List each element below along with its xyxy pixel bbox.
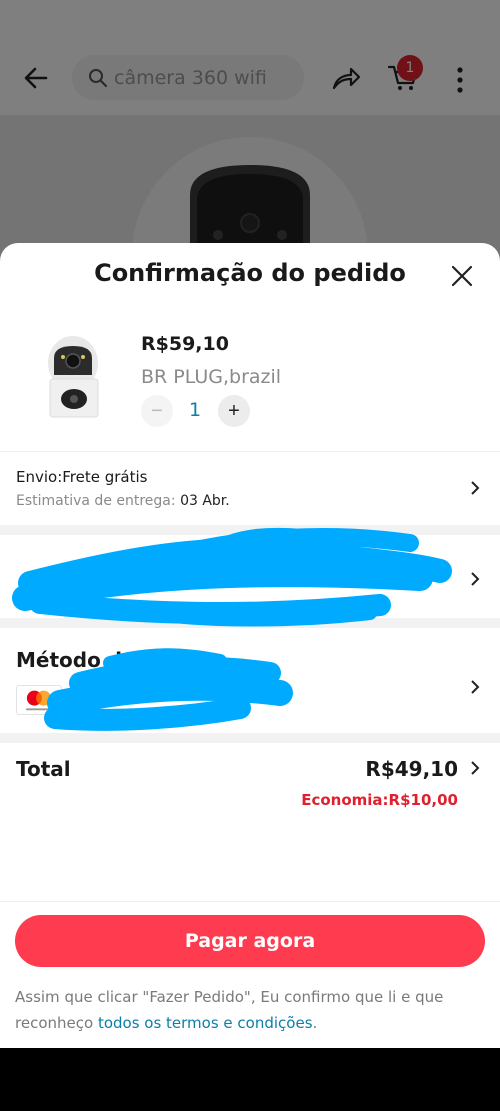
shipping-title: Envio:Frete grátis <box>16 468 148 486</box>
pay-now-button[interactable]: Pagar agora <box>15 915 485 967</box>
chevron-right-icon <box>471 680 480 694</box>
chevron-right-icon <box>471 761 480 775</box>
section-divider <box>0 733 500 743</box>
terms-link[interactable]: todos os termos e condições <box>98 1014 313 1032</box>
delivery-estimate-label: Estimativa de entrega: <box>16 493 181 509</box>
mastercard-logo <box>16 685 62 715</box>
delivery-estimate: Estimativa de entrega: 03 Abr. <box>16 493 230 509</box>
divider <box>0 901 500 902</box>
product-thumbnail <box>30 333 116 423</box>
product-price: R$59,10 <box>141 333 229 355</box>
shipping-address-row[interactable] <box>0 536 500 618</box>
product-variant[interactable]: BR PLUG,brazil <box>141 366 281 388</box>
quantity-increase-button[interactable]: + <box>218 395 250 427</box>
system-navigation-bar <box>0 1048 500 1111</box>
close-icon <box>451 265 473 287</box>
order-confirmation-sheet: Confirmação do pedido R$59,10 BR PLUG,br… <box>0 243 500 1048</box>
section-divider <box>0 525 500 535</box>
total-value: R$49,10 <box>365 757 458 781</box>
delivery-estimate-date: 03 Abr. <box>180 493 230 509</box>
close-button[interactable] <box>446 260 478 292</box>
divider <box>0 451 500 452</box>
savings-text: Economia:R$10,00 <box>301 791 458 809</box>
modal-overlay[interactable] <box>0 0 500 260</box>
quantity-decrease-button[interactable]: − <box>141 395 173 427</box>
terms-suffix: . <box>312 1014 318 1032</box>
total-label: Total <box>16 757 71 781</box>
payment-method-row[interactable]: Método d <box>0 628 500 733</box>
quantity-value: 1 <box>188 399 202 421</box>
chevron-right-icon <box>471 572 480 586</box>
product-row: R$59,10 BR PLUG,brazil − 1 + <box>0 323 500 451</box>
background-page: câmera 360 wifi 1 <box>0 0 500 260</box>
terms-text: Assim que clicar "Fazer Pedido", Eu conf… <box>15 984 485 1036</box>
payment-method-title: Método d <box>16 648 123 672</box>
shipping-row[interactable]: Envio:Frete grátis Estimativa de entrega… <box>0 453 500 525</box>
chevron-right-icon <box>471 481 480 495</box>
section-divider <box>0 618 500 628</box>
sheet-title: Confirmação do pedido <box>94 259 406 287</box>
order-total-row[interactable]: Total R$49,10 Economia:R$10,00 <box>0 743 500 823</box>
